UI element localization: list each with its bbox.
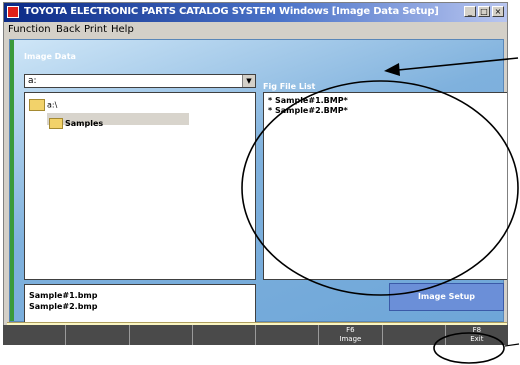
function-key-4[interactable] <box>193 325 256 345</box>
accent-stripe <box>10 40 14 321</box>
minimize-button[interactable]: _ <box>464 6 476 17</box>
fkey-exit-label: Exit <box>470 335 484 343</box>
window-title: TOYOTA ELECTRONIC PARTS CATALOG SYSTEM W… <box>24 6 439 17</box>
list-item[interactable]: * Sample#1.BMP* <box>268 96 348 105</box>
tree-root-label: a:\ <box>47 100 58 110</box>
image-data-label: Image Data <box>24 52 76 61</box>
fkey-image-key: F6 <box>346 326 355 334</box>
tree-item-samples[interactable]: Samples <box>47 113 189 129</box>
window-controls: _ □ × <box>464 6 504 17</box>
folder-icon <box>49 118 63 129</box>
tree-child-label: Samples <box>65 119 104 128</box>
menu-function[interactable]: Function <box>8 24 51 35</box>
menu-bar: Function Back Print Help <box>4 22 507 38</box>
function-key-2[interactable] <box>66 325 130 345</box>
maximize-button[interactable]: □ <box>478 6 490 17</box>
drive-select-value: a: <box>28 76 37 86</box>
image-setup-button[interactable]: Image Setup <box>389 283 504 311</box>
close-button[interactable]: × <box>492 6 504 17</box>
function-key-exit[interactable]: F8 Exit <box>446 325 508 345</box>
fig-file-list[interactable]: * Sample#1.BMP* * Sample#2.BMP* <box>263 92 507 280</box>
function-key-bar: F6 Image F8 Exit <box>3 325 508 345</box>
list-item[interactable]: Sample#1.bmp <box>29 291 98 300</box>
menu-print[interactable]: Print <box>84 24 107 35</box>
folder-tree[interactable]: a:\ Samples <box>24 92 256 280</box>
function-key-3[interactable] <box>130 325 193 345</box>
drive-select[interactable]: a: ▼ <box>24 74 256 88</box>
fig-file-list-label: Fig File List <box>263 82 316 91</box>
chevron-down-icon[interactable]: ▼ <box>242 75 255 87</box>
function-key-image[interactable]: F6 Image <box>319 325 383 345</box>
folder-open-icon <box>29 99 45 111</box>
list-item[interactable]: Sample#2.bmp <box>29 302 98 311</box>
toyota-app-icon <box>7 6 19 18</box>
fkey-image-label: Image <box>339 335 362 343</box>
list-item[interactable]: * Sample#2.BMP* <box>268 106 348 115</box>
function-key-1[interactable] <box>3 325 67 345</box>
function-key-5[interactable] <box>256 325 320 345</box>
main-window: TOYOTA ELECTRONIC PARTS CATALOG SYSTEM W… <box>3 2 508 342</box>
image-data-panel: Image Data a: ▼ a:\ Samples Sample#1.bmp… <box>9 39 507 341</box>
title-bar[interactable]: TOYOTA ELECTRONIC PARTS CATALOG SYSTEM W… <box>4 3 507 22</box>
function-key-7[interactable] <box>383 325 446 345</box>
menu-back[interactable]: Back <box>56 24 80 35</box>
menu-help[interactable]: Help <box>111 24 134 35</box>
fkey-exit-key: F8 <box>472 326 482 334</box>
tree-item-root[interactable]: a:\ <box>29 99 57 111</box>
